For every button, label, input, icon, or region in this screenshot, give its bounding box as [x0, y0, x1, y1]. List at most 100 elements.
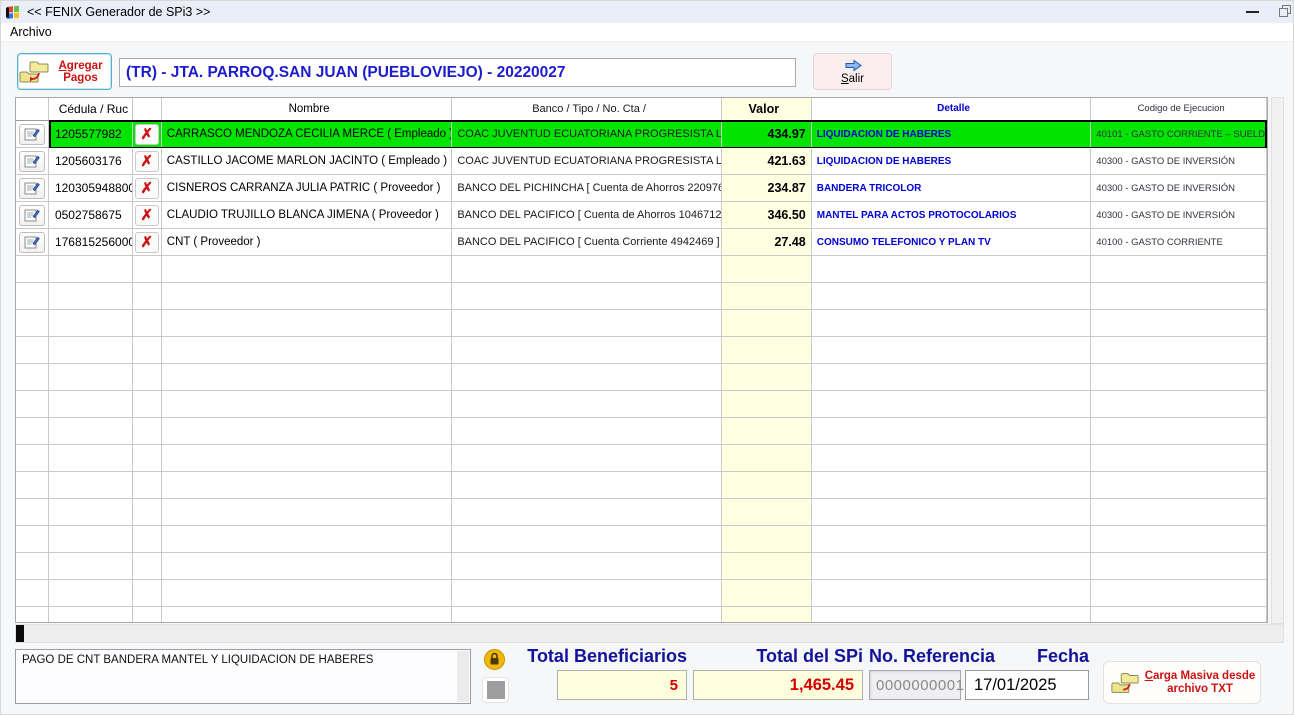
table-header-row: Cédula / Ruc Nombre Banco / Tipo / No. C…	[16, 98, 1267, 121]
edit-record-icon	[24, 181, 40, 195]
delete-row-button[interactable]: ✗	[135, 205, 159, 226]
cell-codigo: 40100 - GASTO CORRIENTE	[1091, 229, 1267, 256]
cell-valor: 434.97	[722, 121, 812, 148]
restore-button[interactable]	[1269, 1, 1293, 23]
empty-table-row[interactable]	[16, 553, 1267, 580]
table-body: 1205577982 ✗ CARRASCO MENDOZA CECILIA ME…	[16, 121, 1267, 623]
cell-cedula: 1203059488001	[49, 175, 133, 202]
app-window: << FENIX Generador de SPi3 >> Archivo Ag…	[0, 0, 1294, 715]
total-spi-label: Total del SPi	[691, 646, 863, 669]
empty-table-row[interactable]	[16, 256, 1267, 283]
menu-bar: Archivo	[1, 23, 1293, 42]
cell-detalle: BANDERA TRICOLOR	[812, 175, 1092, 202]
vertical-scrollbar[interactable]	[1271, 97, 1284, 624]
cell-codigo: 40300 - GASTO DE INVERSIÓN	[1091, 175, 1267, 202]
empty-table-row[interactable]	[16, 607, 1267, 623]
cell-valor: 27.48	[722, 229, 812, 256]
header-nombre: Nombre	[162, 98, 453, 120]
edit-row-button[interactable]	[19, 232, 45, 253]
delete-row-button[interactable]: ✗	[135, 232, 159, 253]
empty-table-row[interactable]	[16, 364, 1267, 391]
empty-table-row[interactable]	[16, 499, 1267, 526]
horizontal-scrollbar-thumb[interactable]	[16, 625, 24, 642]
header-delete-col	[133, 98, 162, 120]
table-row[interactable]: 1768152560001 ✗ CNT ( Proveedor ) BANCO …	[16, 229, 1267, 256]
total-beneficiarios-label: Total Beneficiarios	[501, 646, 687, 669]
gray-square-button[interactable]	[482, 677, 509, 703]
edit-row-button[interactable]	[19, 178, 45, 199]
folders-transfer-icon	[18, 59, 50, 85]
delete-row-button[interactable]: ✗	[135, 151, 159, 172]
folders-transfer-icon	[1110, 670, 1140, 696]
empty-table-row[interactable]	[16, 418, 1267, 445]
agregar-pagos-label: Agregar Pagos	[50, 60, 111, 84]
cell-codigo: 40300 - GASTO DE INVERSIÓN	[1091, 148, 1267, 175]
carga-masiva-button[interactable]: Carga Masiva desde archivo TXT	[1103, 661, 1261, 704]
entity-title-input[interactable]	[119, 58, 796, 87]
cell-valor: 346.50	[722, 202, 812, 229]
edit-record-icon	[24, 154, 40, 168]
empty-table-row[interactable]	[16, 283, 1267, 310]
referencia-field[interactable]: 0000000001	[869, 670, 961, 700]
table-row[interactable]: 1203059488001 ✗ CISNEROS CARRANZA JULIA …	[16, 175, 1267, 202]
cell-nombre: CARRASCO MENDOZA CECILIA MERCE ( Emplead…	[162, 121, 453, 148]
cell-cedula: 1205577982	[49, 121, 133, 148]
empty-table-row[interactable]	[16, 580, 1267, 607]
cell-cedula: 0502758675	[49, 202, 133, 229]
header-banco: Banco / Tipo / No. Cta /	[452, 98, 722, 120]
empty-table-row[interactable]	[16, 445, 1267, 472]
delete-x-icon: ✗	[141, 181, 154, 196]
cell-detalle: LIQUIDACION DE HABERES	[812, 148, 1092, 175]
cell-detalle: MANTEL PARA ACTOS PROTOCOLARIOS	[812, 202, 1092, 229]
header-codigo: Codigo de Ejecucion	[1091, 98, 1267, 120]
empty-table-row[interactable]	[16, 472, 1267, 499]
title-bar: << FENIX Generador de SPi3 >>	[1, 1, 1293, 23]
total-beneficiarios-field: 5	[557, 670, 687, 700]
cell-codigo: 40101 - GASTO CORRIENTE – SUELDOS	[1091, 121, 1267, 148]
empty-table-row[interactable]	[16, 526, 1267, 553]
empty-table-row[interactable]	[16, 310, 1267, 337]
cell-valor: 234.87	[722, 175, 812, 202]
total-spi-field: 1,465.45	[693, 670, 863, 700]
observacion-textarea[interactable]: PAGO DE CNT BANDERA MANTEL Y LIQUIDACION…	[15, 649, 471, 704]
minimize-button[interactable]	[1235, 1, 1269, 23]
cell-nombre: CNT ( Proveedor )	[162, 229, 453, 256]
cell-banco: BANCO DEL PACIFICO [ Cuenta de Ahorros 1…	[452, 202, 722, 229]
cell-banco: BANCO DEL PACIFICO [ Cuenta Corriente 49…	[452, 229, 722, 256]
delete-x-icon: ✗	[141, 154, 154, 169]
horizontal-scrollbar[interactable]	[15, 624, 1284, 643]
edit-row-button[interactable]	[19, 124, 45, 145]
agregar-pagos-button[interactable]: Agregar Pagos	[17, 53, 112, 90]
edit-row-button[interactable]	[19, 205, 45, 226]
cell-banco: COAC JUVENTUD ECUATORIANA PROGRESISTA LT…	[452, 148, 722, 175]
cell-cedula: 1205603176	[49, 148, 133, 175]
header-cedula: Cédula / Ruc	[49, 98, 133, 120]
header-edit-col	[16, 98, 49, 120]
app-windows-logo-icon	[5, 4, 21, 20]
edit-record-icon	[24, 127, 40, 141]
table-row[interactable]: 1205603176 ✗ CASTILLO JACOME MARLON JACI…	[16, 148, 1267, 175]
delete-row-button[interactable]: ✗	[135, 124, 159, 145]
cell-detalle: CONSUMO TELEFONICO Y PLAN TV	[812, 229, 1092, 256]
minimize-icon	[1246, 11, 1259, 13]
cell-nombre: CLAUDIO TRUJILLO BLANCA JIMENA ( Proveed…	[162, 202, 453, 229]
exit-arrow-icon	[843, 59, 863, 72]
delete-row-button[interactable]: ✗	[135, 178, 159, 199]
cell-nombre: CISNEROS CARRANZA JULIA PATRIC ( Proveed…	[162, 175, 453, 202]
cell-nombre: CASTILLO JACOME MARLON JACINTO ( Emplead…	[162, 148, 453, 175]
observacion-scrollbar[interactable]	[457, 651, 469, 702]
fecha-field[interactable]: 17/01/2025	[965, 670, 1089, 700]
table-row[interactable]: 0502758675 ✗ CLAUDIO TRUJILLO BLANCA JIM…	[16, 202, 1267, 229]
salir-button[interactable]: Salir	[813, 53, 892, 90]
delete-x-icon: ✗	[141, 208, 154, 223]
empty-table-row[interactable]	[16, 391, 1267, 418]
edit-record-icon	[24, 208, 40, 222]
cell-detalle: LIQUIDACION DE HABERES	[812, 121, 1092, 148]
header-valor: Valor	[722, 98, 812, 120]
edit-record-icon	[24, 235, 40, 249]
empty-table-row[interactable]	[16, 337, 1267, 364]
cell-banco: BANCO DEL PICHINCHA [ Cuenta de Ahorros …	[452, 175, 722, 202]
menu-item-archivo[interactable]: Archivo	[1, 25, 61, 39]
table-row[interactable]: 1205577982 ✗ CARRASCO MENDOZA CECILIA ME…	[16, 121, 1267, 148]
edit-row-button[interactable]	[19, 151, 45, 172]
